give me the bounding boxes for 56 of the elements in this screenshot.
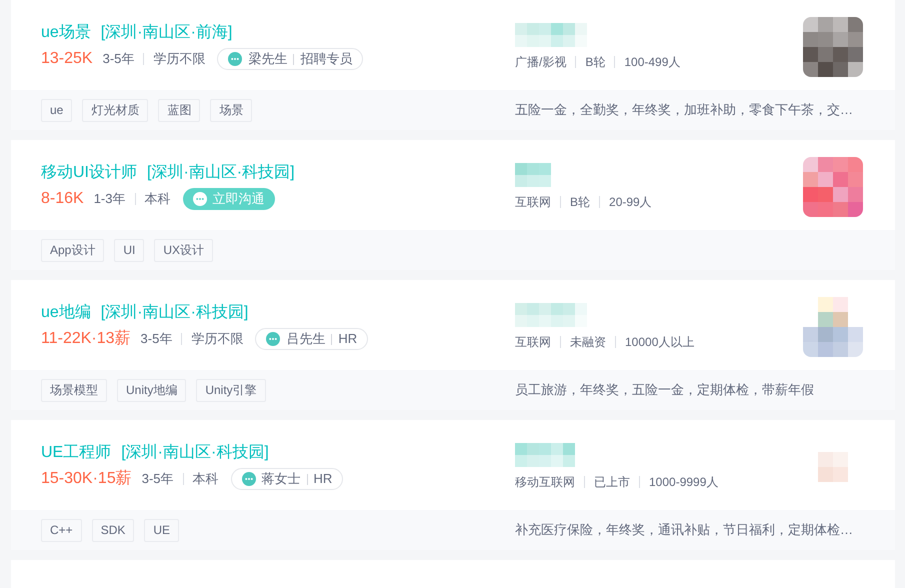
company-funding: B轮 <box>570 194 590 211</box>
benefits-text: 员工旅游，年终奖，五险一金，定期体检，带薪年假 <box>515 382 814 397</box>
education: 本科 <box>144 190 170 208</box>
skill-tag: SDK <box>92 518 134 542</box>
experience: 3-5年 <box>142 470 174 488</box>
chat-bubble-icon <box>266 332 280 346</box>
chat-now-button[interactable]: 立即沟通 <box>182 188 274 210</box>
salary: 11-22K·13薪 <box>41 328 131 349</box>
chat-bubble-icon <box>192 192 206 206</box>
company-industry: 互联网 <box>515 194 551 211</box>
education: 学历不限 <box>191 330 244 348</box>
recruiter-chat-button[interactable]: 梁先生 招聘专员 <box>217 48 364 70</box>
skill-tag: Unity引擎 <box>196 378 266 402</box>
skill-tag: ue <box>41 98 72 122</box>
company-size: 20-99人 <box>609 194 652 211</box>
salary: 8-16K <box>41 189 84 209</box>
chat-bubble-icon <box>228 52 242 66</box>
education: 本科 <box>192 470 219 488</box>
job-title[interactable]: UE工程师 <box>41 441 112 465</box>
job-title[interactable]: 移动UI设计师 <box>41 161 137 185</box>
job-location: [深圳·南山区·科技园] <box>100 302 248 323</box>
skill-tag: UI <box>114 238 144 262</box>
salary: 15-30K·15薪 <box>41 468 132 489</box>
skill-tag: C++ <box>41 518 82 542</box>
company-funding: 未融资 <box>570 334 606 351</box>
job-location: [深圳·南山区·科技园] <box>121 442 269 463</box>
chat-bubble-icon <box>242 472 256 486</box>
education: 学历不限 <box>153 50 206 68</box>
skill-tag: UX设计 <box>154 238 214 262</box>
job-location: [深圳·南山区·前海] <box>100 22 232 43</box>
benefits-text: 补充医疗保险，年终奖，通讯补贴，节日福利，定期体检… <box>515 522 853 537</box>
experience: 3-5年 <box>102 50 134 68</box>
company-size: 1000-9999人 <box>649 474 718 491</box>
company-industry: 移动互联网 <box>515 474 575 491</box>
skill-tag: 场景模型 <box>41 378 107 402</box>
skill-tag: UE <box>144 518 180 542</box>
job-title[interactable]: ue场景 <box>41 21 91 45</box>
experience: 3-5年 <box>140 330 172 348</box>
skill-tag: App设计 <box>41 238 104 262</box>
company-funding: B轮 <box>585 54 606 71</box>
company-industry: 互联网 <box>515 334 551 351</box>
job-title[interactable]: ue地编 <box>41 301 91 325</box>
skill-tag: 灯光材质 <box>82 98 148 122</box>
benefits-text: 五险一金，全勤奖，年终奖，加班补助，零食下午茶，交… <box>515 102 853 117</box>
company-industry: 广播/影视 <box>515 54 566 71</box>
job-location: [深圳·南山区·科技园] <box>147 162 295 183</box>
skill-tag: 蓝图 <box>158 98 200 122</box>
skill-tag: Unity地编 <box>117 378 186 402</box>
experience: 1-3年 <box>94 190 126 208</box>
salary: 13-25K <box>41 49 93 69</box>
company-funding: 已上市 <box>594 474 630 491</box>
skill-tag: 场景 <box>210 98 252 122</box>
company-size: 10000人以上 <box>625 334 694 351</box>
recruiter-chat-button[interactable]: 蒋女士 HR <box>230 468 344 490</box>
recruiter-chat-button[interactable]: 吕先生 HR <box>255 328 368 350</box>
company-size: 100-499人 <box>624 54 680 71</box>
